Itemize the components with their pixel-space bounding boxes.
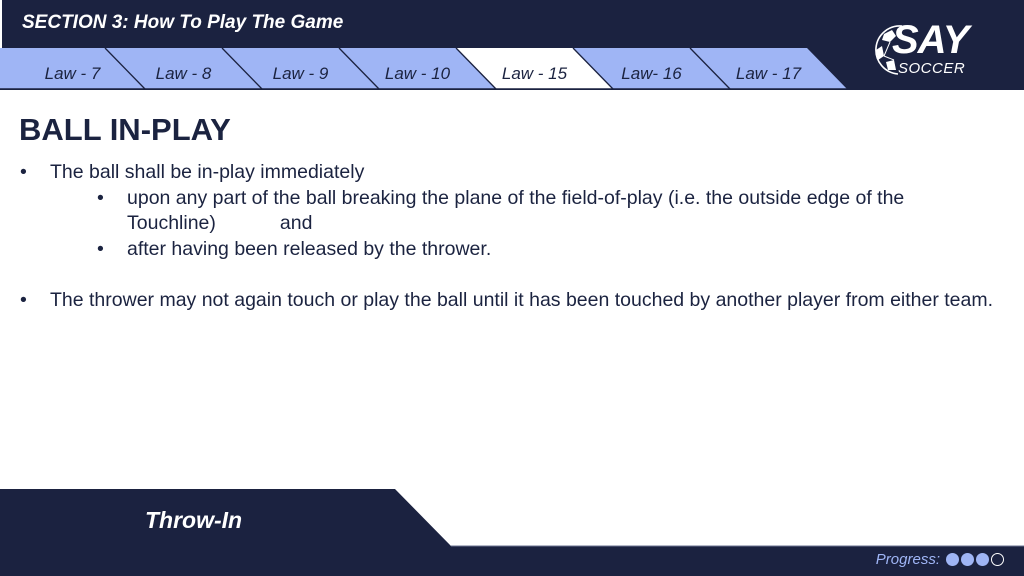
logo-wordmark: SAY	[892, 18, 969, 62]
tab-label: Law - 15	[502, 64, 568, 83]
bullet-marker: •	[97, 237, 104, 260]
bullet-text-suffix: and	[279, 212, 313, 235]
bullet-text-main: upon any part of the ball breaking the p…	[127, 186, 905, 235]
progress-dot-filled	[961, 552, 974, 566]
tab-label: Law - 10	[385, 64, 451, 83]
bullet-text: The ball shall be in-play immediately	[50, 161, 365, 183]
bullet-marker: •	[97, 186, 104, 209]
progress-dot-filled	[946, 552, 959, 566]
progress-indicator: Progress:	[876, 550, 1004, 568]
progress-label: Progress:	[875, 550, 940, 568]
logo-subtitle: SOCCER	[898, 60, 966, 77]
tab-label: Law - 8	[156, 64, 212, 83]
tab-label: Law - 9	[273, 64, 329, 83]
tab-label: Law - 17	[736, 64, 802, 83]
say-soccer-logo: SAY SOCCER	[872, 18, 982, 80]
bullet-marker: •	[20, 289, 27, 311]
bullet-text: The thrower may not again touch or play …	[50, 289, 994, 311]
page-title: BALL IN-PLAY	[19, 112, 231, 147]
progress-dot-filled	[976, 552, 989, 566]
bullet-text: after having been released by the throwe…	[127, 237, 492, 260]
progress-dot-empty	[991, 552, 1004, 566]
law-tab-strip: Law - 7 Law - 8 Law - 9 Law - 10 Law - 15 Law…	[0, 47, 847, 90]
bullet-marker: •	[20, 161, 27, 183]
progress-dots	[946, 552, 1004, 566]
bullet-text: upon any part of the ball breaking the p…	[127, 186, 967, 237]
footer-topic: Throw-In	[145, 507, 243, 533]
tab-label: Law- 16	[621, 64, 682, 83]
tab-label: Law - 7	[45, 64, 101, 83]
